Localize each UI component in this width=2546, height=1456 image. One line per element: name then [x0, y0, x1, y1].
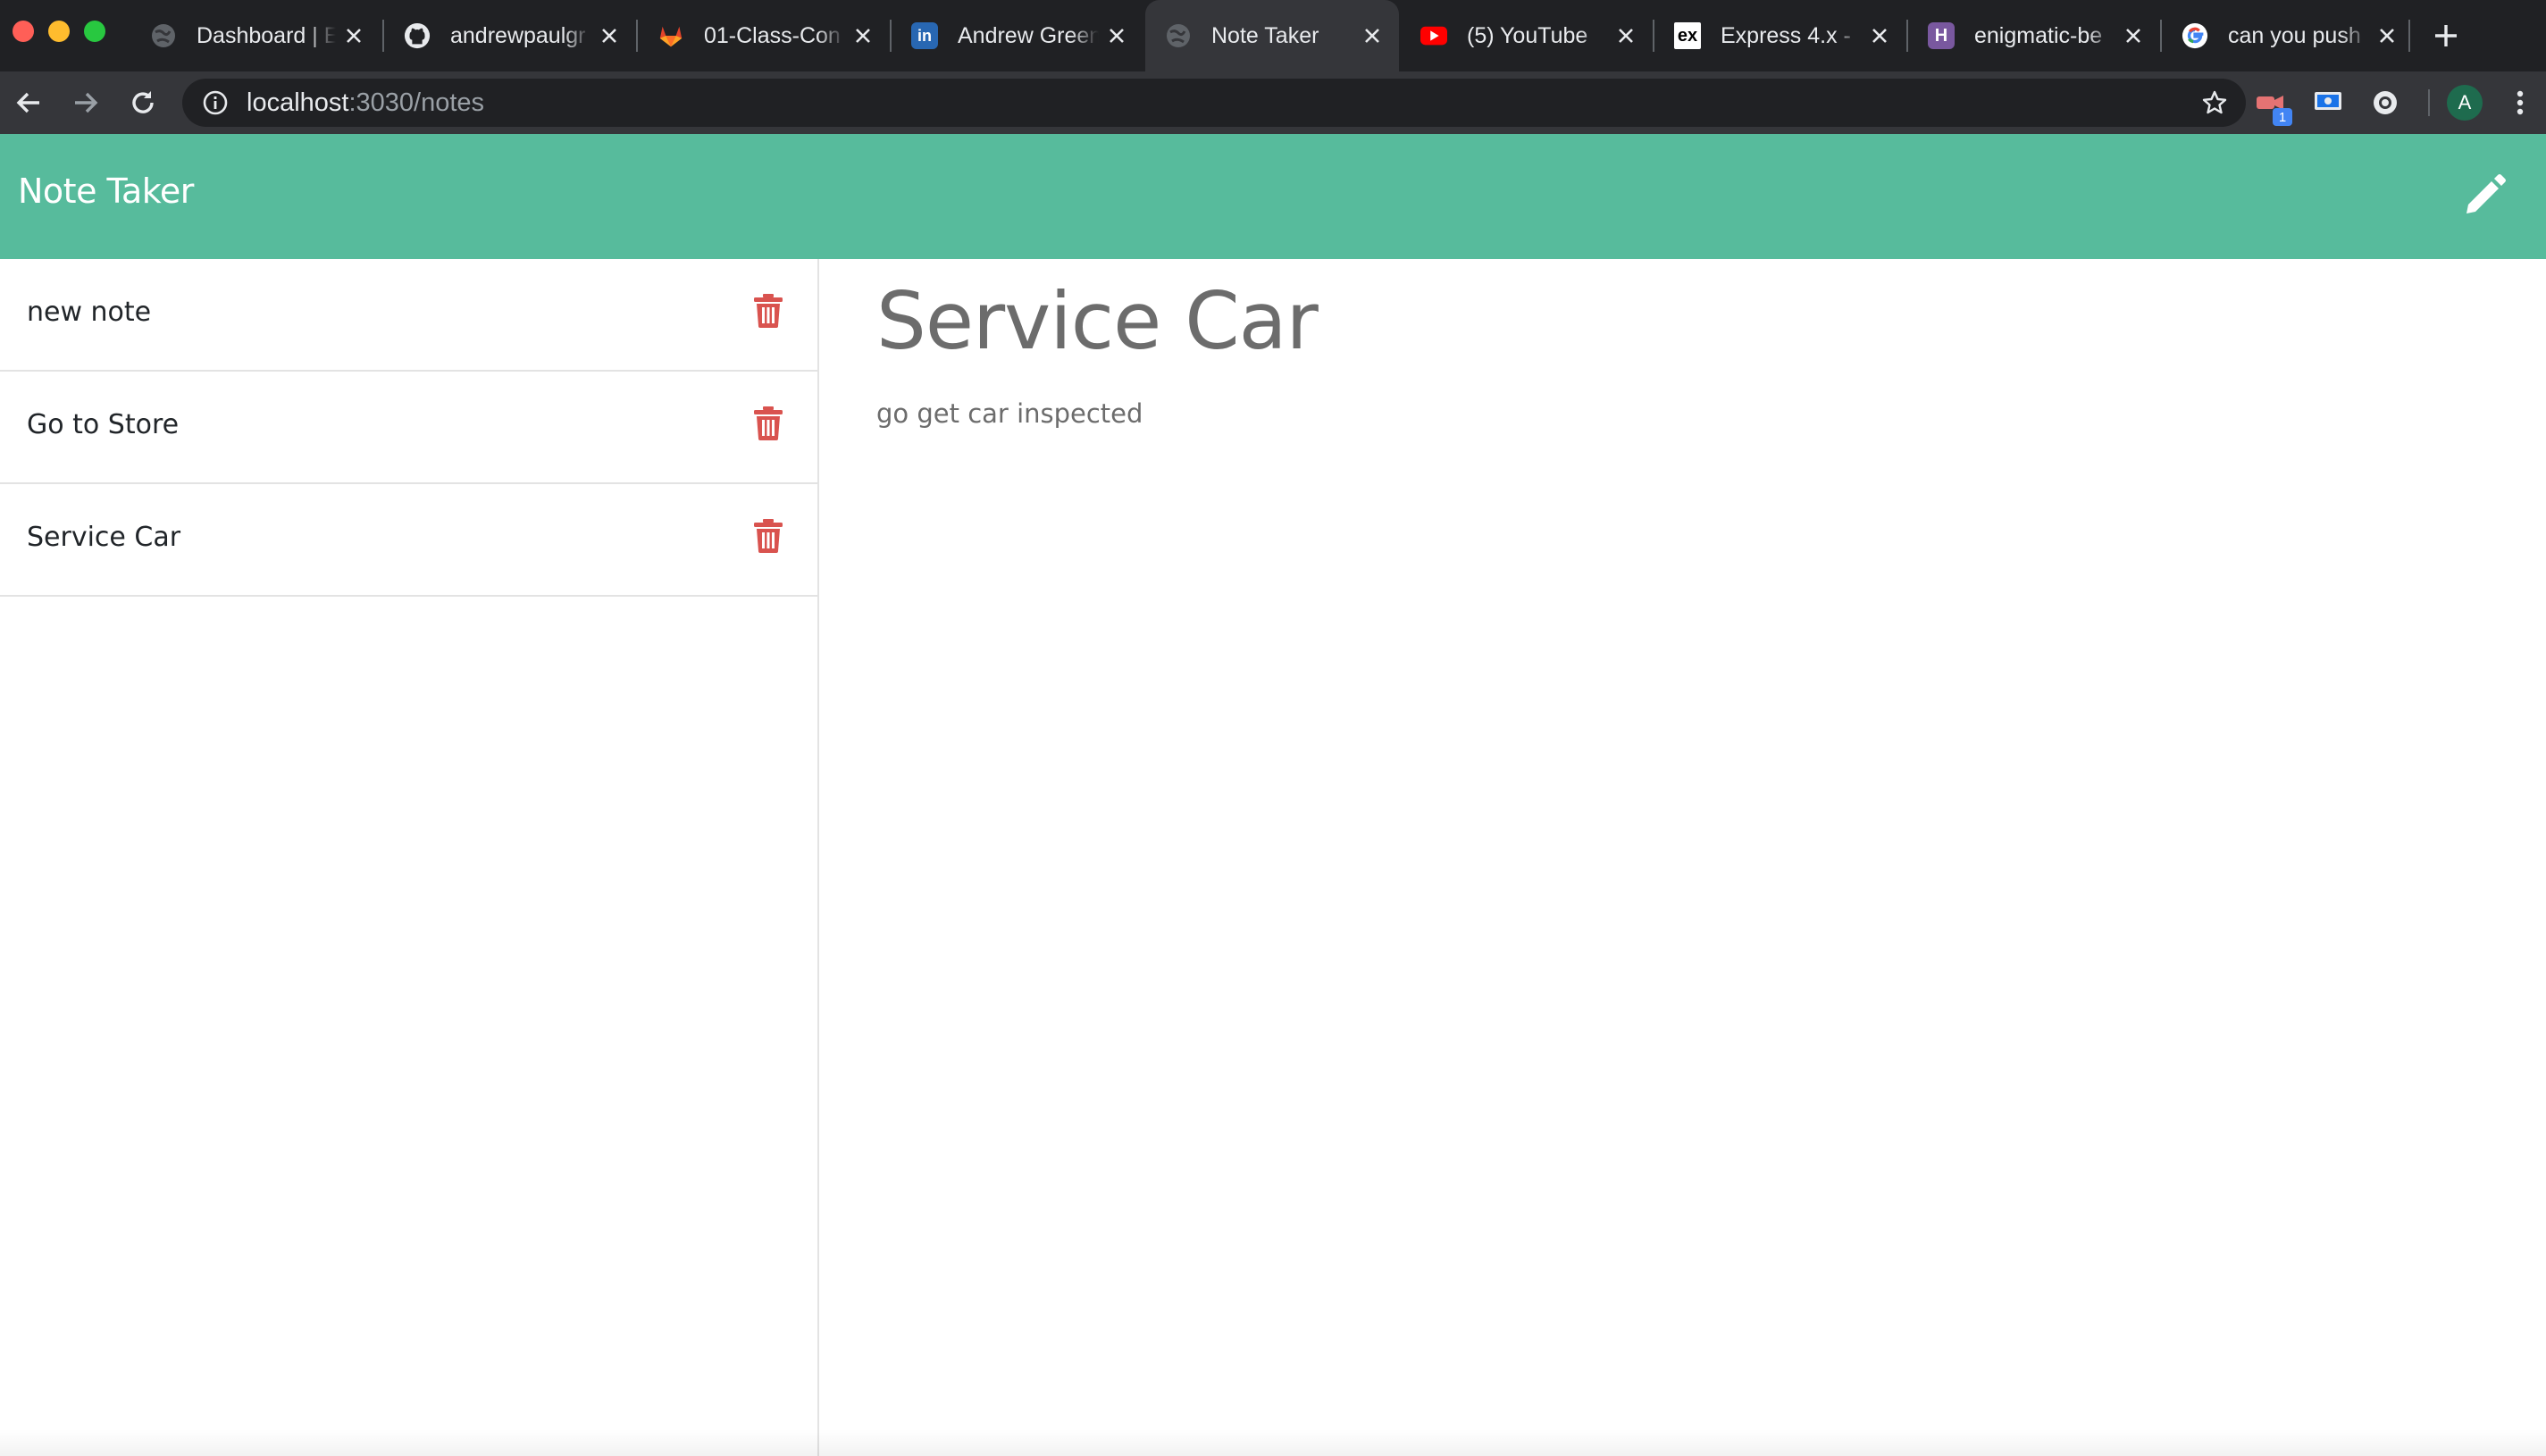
tab-title: can you push: [2228, 22, 2361, 48]
heroku-icon: H: [1928, 22, 1955, 49]
address-bar[interactable]: localhost:3030/notes: [182, 79, 2246, 127]
screen-extension-icon: [2315, 92, 2341, 110]
pencil-icon: [2466, 174, 2506, 213]
close-tab-icon[interactable]: [1099, 18, 1135, 54]
globe-icon: [1165, 22, 1192, 49]
browser-tab[interactable]: in Andrew Green: [892, 0, 1143, 71]
tab-divider: [2408, 20, 2410, 52]
forward-button[interactable]: [66, 83, 105, 122]
tab-title: enigmatic-be: [1974, 22, 2103, 48]
note-list-item[interactable]: Go to Store: [0, 372, 817, 484]
reload-icon: [132, 91, 154, 113]
url-path: :3030/notes: [348, 88, 485, 117]
extension-button[interactable]: 1: [2253, 85, 2292, 126]
note-title: Go to Store: [27, 408, 180, 440]
note-title-field[interactable]: Service Car: [876, 275, 1319, 367]
trash-icon: [754, 294, 783, 328]
note-title: new note: [27, 296, 152, 328]
arrow-right-icon: [75, 92, 98, 113]
youtube-icon: [1420, 22, 1447, 49]
express-icon: ex: [1674, 22, 1701, 49]
google-icon: [2182, 22, 2208, 49]
trash-icon: [754, 406, 783, 440]
close-tab-icon[interactable]: [2369, 18, 2405, 54]
plus-icon: [2435, 25, 2457, 46]
toolbar-divider: [2428, 89, 2430, 116]
close-tab-icon[interactable]: [1354, 18, 1390, 54]
extension-button[interactable]: [2310, 85, 2346, 121]
tab-title: andrewpaulgr: [450, 22, 586, 48]
app-title[interactable]: Note Taker: [18, 172, 194, 211]
close-tab-icon[interactable]: [1862, 18, 1897, 54]
browser-menu-button[interactable]: [2507, 85, 2533, 121]
profile-avatar[interactable]: A: [2447, 85, 2483, 121]
back-button[interactable]: [9, 83, 48, 122]
note-title: Service Car: [27, 521, 181, 553]
delete-note-button[interactable]: [750, 404, 786, 443]
tab-title: Express 4.x -: [1721, 22, 1851, 48]
new-tab-button[interactable]: [2426, 16, 2466, 55]
reload-button[interactable]: [123, 83, 163, 122]
browser-tab-active[interactable]: Note Taker: [1145, 0, 1399, 71]
browser-toolbar: localhost:3030/notes 1 A: [0, 71, 2546, 134]
browser-tab[interactable]: andrewpaulgr: [384, 0, 636, 71]
globe-icon: [150, 22, 177, 49]
arrow-left-icon: [16, 92, 39, 113]
trash-icon: [754, 519, 783, 553]
browser-tab[interactable]: can you push: [2162, 0, 2414, 71]
close-tab-icon[interactable]: [336, 18, 372, 54]
minimize-window-button[interactable]: [48, 21, 70, 42]
circle-extension-icon: [2374, 91, 2397, 114]
gitlab-icon: [657, 22, 684, 49]
url-host: localhost: [247, 88, 349, 117]
extension-button[interactable]: [2367, 85, 2403, 121]
url-text: localhost:3030/notes: [247, 88, 484, 118]
extension-badge: 1: [2273, 108, 2292, 126]
tab-title: 01-Class-Con: [704, 22, 841, 48]
info-icon[interactable]: [202, 89, 229, 116]
browser-tab-strip: Dashboard | E andrewpaulgr 01-Class-Con …: [0, 0, 2546, 71]
notes-sidebar: new note Go to Store Service Car: [0, 259, 819, 1456]
browser-tab[interactable]: Dashboard | E: [130, 0, 381, 71]
kebab-menu-icon: [2517, 90, 2524, 115]
tab-title: Note Taker: [1211, 22, 1319, 48]
browser-tab[interactable]: 01-Class-Con: [638, 0, 890, 71]
note-text-field[interactable]: go get car inspected: [876, 398, 1143, 429]
delete-note-button[interactable]: [750, 291, 786, 331]
note-list-item[interactable]: new note: [0, 259, 817, 372]
browser-tab[interactable]: ex Express 4.x -: [1654, 0, 1906, 71]
note-list: new note Go to Store Service Car: [0, 259, 817, 597]
close-tab-icon[interactable]: [845, 18, 881, 54]
app-navbar: Note Taker: [0, 134, 2546, 259]
browser-tab[interactable]: (5) YouTube: [1401, 0, 1653, 71]
close-tab-icon[interactable]: [591, 18, 627, 54]
new-note-button[interactable]: [2458, 170, 2510, 222]
maximize-window-button[interactable]: [84, 21, 105, 42]
note-view: Service Car go get car inspected: [821, 259, 2546, 1456]
close-window-button[interactable]: [13, 21, 34, 42]
delete-note-button[interactable]: [750, 516, 786, 556]
close-tab-icon[interactable]: [2115, 18, 2151, 54]
bookmark-star-icon[interactable]: [2199, 88, 2230, 118]
tab-title: Andrew Green: [958, 22, 1099, 48]
browser-tab[interactable]: H enigmatic-be: [1908, 0, 2160, 71]
linkedin-icon: in: [911, 22, 938, 49]
github-icon: [404, 22, 431, 49]
tab-title: Dashboard | E: [197, 22, 336, 48]
tab-title: (5) YouTube: [1467, 22, 1588, 48]
note-list-item[interactable]: Service Car: [0, 484, 817, 597]
close-tab-icon[interactable]: [1608, 18, 1644, 54]
